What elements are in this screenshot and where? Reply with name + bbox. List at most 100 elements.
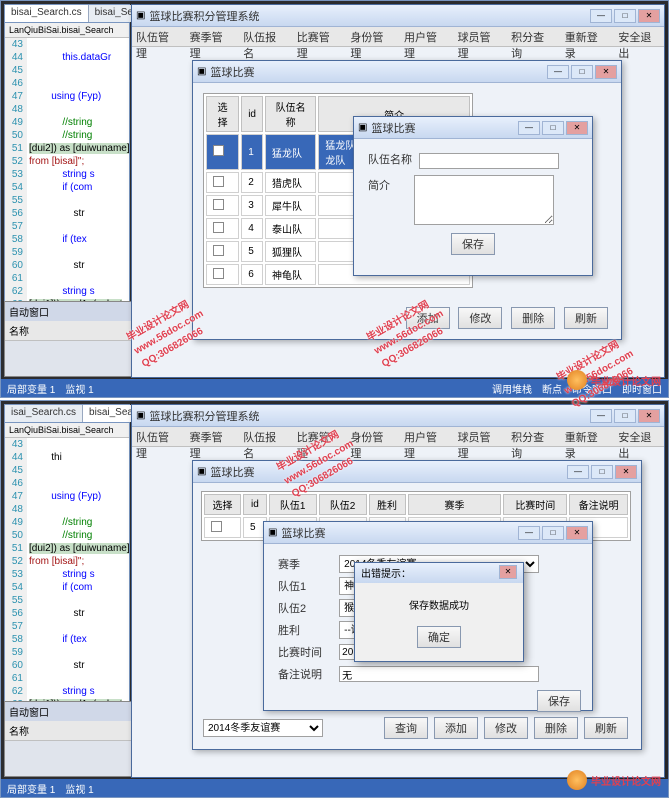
close-2[interactable]: ✕ bbox=[638, 409, 660, 423]
refresh-button[interactable]: 刷新 bbox=[564, 307, 608, 329]
menu-score[interactable]: 积分查询 bbox=[511, 29, 553, 44]
mth-note[interactable]: 备注说明 bbox=[569, 494, 628, 515]
breadcrumb: LanQiuBiSai.bisai_Search bbox=[5, 23, 129, 38]
mth-id[interactable]: id bbox=[243, 494, 267, 515]
mform-save[interactable]: 保存 bbox=[537, 690, 581, 712]
edit-min[interactable]: — bbox=[518, 121, 540, 135]
main-title: 篮球比赛积分管理系统 bbox=[145, 8, 590, 24]
msg-close[interactable]: ✕ bbox=[499, 565, 517, 579]
menu-identity[interactable]: 身份管理 bbox=[350, 429, 392, 444]
mth-t1[interactable]: 队伍1 bbox=[269, 494, 317, 515]
menu-signup[interactable]: 队伍报名 bbox=[243, 429, 285, 444]
mf-min[interactable]: — bbox=[518, 526, 540, 540]
mth-season[interactable]: 赛季 bbox=[408, 494, 502, 515]
mdlg-close[interactable]: ✕ bbox=[615, 465, 637, 479]
status-local-2[interactable]: 局部变量 1 bbox=[7, 781, 55, 796]
mform-titlebar[interactable]: ▣ 篮球比赛 — □ ✕ bbox=[264, 522, 592, 544]
msg-title[interactable]: 出错提示： ✕ bbox=[355, 563, 523, 583]
edit-dialog: ▣ 篮球比赛 — □ ✕ 队伍名称 简介 保存 bbox=[353, 116, 593, 276]
menu-match[interactable]: 比赛管理 bbox=[297, 429, 339, 444]
save-button[interactable]: 保存 bbox=[451, 233, 495, 255]
max-2[interactable]: □ bbox=[614, 409, 636, 423]
ball-icon bbox=[567, 370, 587, 390]
edit-button-2[interactable]: 修改 bbox=[484, 717, 528, 739]
del-button-2[interactable]: 删除 bbox=[534, 717, 578, 739]
note-label: 备注说明 bbox=[274, 664, 326, 684]
main-titlebar-2[interactable]: ▣ 篮球比赛积分管理系统 — □ ✕ bbox=[132, 405, 664, 427]
max-button[interactable]: □ bbox=[614, 9, 636, 23]
mf-max[interactable]: □ bbox=[542, 526, 564, 540]
app-icon: ▣ bbox=[136, 10, 145, 21]
edit-titlebar[interactable]: ▣ 篮球比赛 — □ ✕ bbox=[354, 117, 592, 139]
desc-input[interactable] bbox=[414, 175, 554, 225]
menu-exit[interactable]: 安全退出 bbox=[618, 29, 660, 44]
menu-season[interactable]: 赛季管理 bbox=[190, 429, 232, 444]
menu-score[interactable]: 积分查询 bbox=[511, 429, 553, 444]
close-button[interactable]: ✕ bbox=[638, 9, 660, 23]
filter-select[interactable]: 2014冬季友谊赛 bbox=[203, 719, 323, 737]
menu-exit[interactable]: 安全退出 bbox=[618, 429, 660, 444]
add-button-2[interactable]: 添加 bbox=[434, 717, 478, 739]
menu-relogin[interactable]: 重新登录 bbox=[565, 429, 607, 444]
breadcrumb-2: LanQiuBiSai.bisai_Search bbox=[5, 423, 129, 438]
msg-ok[interactable]: 确定 bbox=[417, 626, 461, 648]
edit-close[interactable]: ✕ bbox=[566, 121, 588, 135]
main-titlebar[interactable]: ▣ 篮球比赛积分管理系统 — □ ✕ bbox=[132, 5, 664, 27]
tab-1[interactable]: bisai_Search.cs bbox=[5, 5, 89, 22]
del-button[interactable]: 删除 bbox=[511, 307, 555, 329]
query-button[interactable]: 查询 bbox=[384, 717, 428, 739]
chk[interactable] bbox=[213, 222, 224, 233]
chk[interactable] bbox=[213, 176, 224, 187]
min-button[interactable]: — bbox=[590, 9, 612, 23]
dlg-close[interactable]: ✕ bbox=[595, 65, 617, 79]
status-local[interactable]: 局部变量 1 bbox=[7, 381, 55, 396]
th-sel[interactable]: 选择 bbox=[206, 96, 239, 132]
edit-button[interactable]: 修改 bbox=[458, 307, 502, 329]
tab-b1[interactable]: isai_Search.cs bbox=[5, 405, 83, 422]
menu-player[interactable]: 球员管理 bbox=[458, 29, 500, 44]
menu-season[interactable]: 赛季管理 bbox=[190, 29, 232, 44]
chk[interactable] bbox=[213, 268, 224, 279]
mdlg-min[interactable]: — bbox=[567, 465, 589, 479]
mth-sel[interactable]: 选择 bbox=[204, 494, 241, 515]
dlg-min[interactable]: — bbox=[547, 65, 569, 79]
menu-user[interactable]: 用户管理 bbox=[404, 29, 446, 44]
mf-close[interactable]: ✕ bbox=[566, 526, 588, 540]
mth-time[interactable]: 比赛时间 bbox=[503, 494, 567, 515]
chk[interactable] bbox=[213, 199, 224, 210]
add-button[interactable]: 添加 bbox=[406, 307, 450, 329]
mth-win[interactable]: 胜利 bbox=[369, 494, 406, 515]
menu-signup[interactable]: 队伍报名 bbox=[243, 29, 285, 44]
status-callstack[interactable]: 调用堆栈 bbox=[492, 381, 532, 396]
th-id[interactable]: id bbox=[241, 96, 263, 132]
name-input[interactable] bbox=[419, 153, 559, 169]
chk[interactable] bbox=[213, 145, 224, 156]
menu-relogin[interactable]: 重新登录 bbox=[565, 29, 607, 44]
mdlg-max[interactable]: □ bbox=[591, 465, 613, 479]
th-name[interactable]: 队伍名称 bbox=[265, 96, 316, 132]
match-titlebar[interactable]: ▣ 篮球比赛 — □ ✕ bbox=[193, 461, 641, 483]
match-form: ▣ 篮球比赛 — □ ✕ 赛季2014冬季友谊赛 队伍1神龟队 队伍2猴子队 胜… bbox=[263, 521, 593, 711]
tab-strip-2: isai_Search.cs bisai_Search.cs bbox=[5, 405, 129, 423]
chk[interactable] bbox=[211, 521, 222, 532]
note-input[interactable] bbox=[339, 666, 539, 682]
min-2[interactable]: — bbox=[590, 409, 612, 423]
status-breakpoint[interactable]: 断点 bbox=[542, 381, 562, 396]
edit-max[interactable]: □ bbox=[542, 121, 564, 135]
menu-identity[interactable]: 身份管理 bbox=[350, 29, 392, 44]
dlg-max[interactable]: □ bbox=[571, 65, 593, 79]
team-titlebar[interactable]: ▣ 篮球比赛 — □ ✕ bbox=[193, 61, 621, 83]
menu-match[interactable]: 比赛管理 bbox=[297, 29, 339, 44]
status-watch[interactable]: 监视 1 bbox=[65, 381, 93, 396]
menu-player[interactable]: 球员管理 bbox=[458, 429, 500, 444]
dlg-buttons: 添加 修改 删除 刷新 bbox=[403, 307, 611, 329]
mform-title: 篮球比赛 bbox=[277, 525, 518, 541]
dialog-icon: ▣ bbox=[197, 66, 206, 77]
mth-t2[interactable]: 队伍2 bbox=[319, 494, 367, 515]
chk[interactable] bbox=[213, 245, 224, 256]
menu-team[interactable]: 队伍管理 bbox=[136, 29, 178, 44]
refresh-button-2[interactable]: 刷新 bbox=[584, 717, 628, 739]
status-watch-2[interactable]: 监视 1 bbox=[65, 781, 93, 796]
menu-user[interactable]: 用户管理 bbox=[404, 429, 446, 444]
menu-team[interactable]: 队伍管理 bbox=[136, 429, 178, 444]
